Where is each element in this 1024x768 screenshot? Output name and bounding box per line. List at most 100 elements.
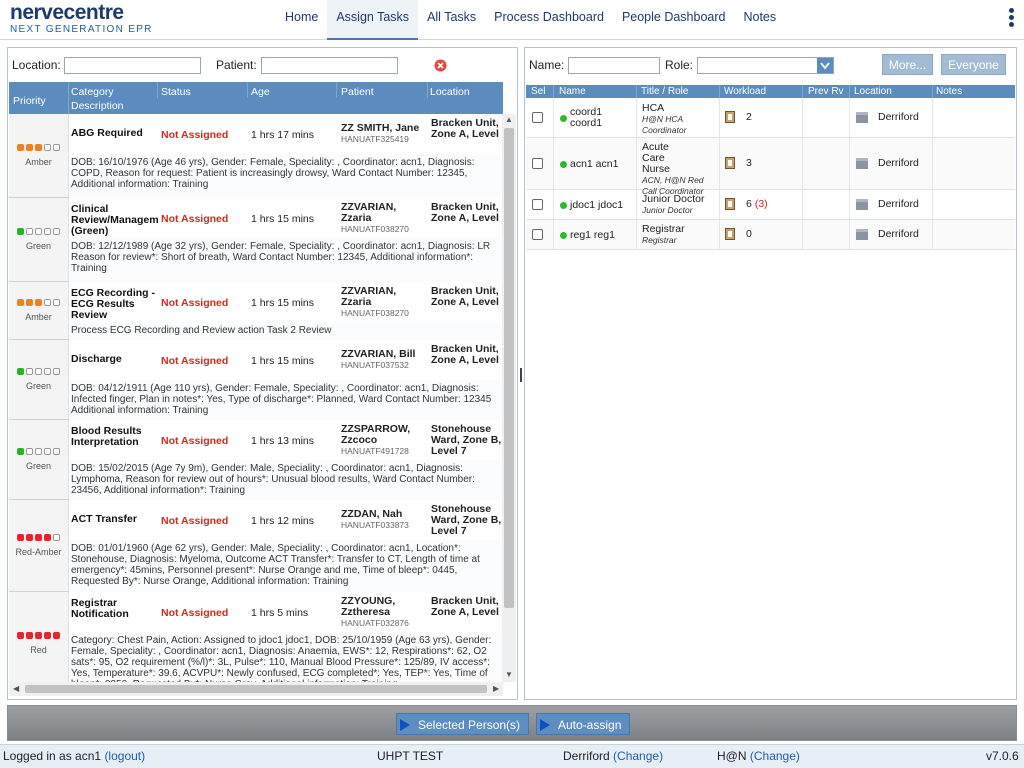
person-location: Derriford bbox=[856, 198, 919, 210]
more-menu-icon[interactable] bbox=[1008, 6, 1016, 32]
person-location: Derriford bbox=[856, 157, 919, 169]
col-status[interactable]: Status bbox=[161, 86, 191, 98]
task-age: 1 hrs 5 mins bbox=[251, 607, 309, 619]
patient-name: ZZ SMITH, Jane bbox=[341, 122, 420, 134]
task-patient[interactable]: ZZYOUNG, Zztheresa HANUATF032876 bbox=[341, 596, 429, 629]
online-status-icon bbox=[560, 160, 567, 168]
person-row[interactable]: reg1 reg1 Registrar Registrar 0 Derriford bbox=[526, 220, 1015, 250]
task-row[interactable]: Green Discharge Not Assigned 1 hrs 15 mins Z… bbox=[9, 340, 503, 420]
select-person-checkbox[interactable] bbox=[532, 229, 543, 240]
col-patient[interactable]: Patient bbox=[341, 86, 374, 98]
task-row[interactable]: Red-Amber ACT Transfer Not Assigned 1 hrs 1… bbox=[9, 500, 503, 592]
col-sel[interactable]: Sel bbox=[531, 86, 545, 97]
priority-indicator-icon bbox=[9, 534, 68, 541]
logout-link[interactable]: (logout) bbox=[104, 749, 145, 763]
tab-home[interactable]: Home bbox=[276, 0, 327, 40]
task-row[interactable]: Green Blood Results Interpretation Not Ass… bbox=[9, 420, 503, 500]
task-category: ECG Recording - ECG Results Review bbox=[71, 287, 156, 321]
priority-label: Amber bbox=[25, 312, 52, 322]
more-button[interactable]: More... bbox=[882, 54, 933, 75]
person-workload[interactable]: 2 bbox=[725, 111, 755, 123]
priority-label: Green bbox=[25, 461, 51, 471]
location-filter-input[interactable] bbox=[64, 57, 201, 74]
patient-id: HANUATF038270 bbox=[341, 308, 409, 318]
person-name[interactable]: acn1 acn1 bbox=[560, 158, 630, 170]
person-workload[interactable]: 0 bbox=[725, 228, 755, 240]
task-status-badge: Not Assigned bbox=[161, 355, 229, 367]
chevron-down-icon[interactable] bbox=[817, 58, 833, 73]
tasks-horizontal-scrollbar[interactable]: ◀ ▶ bbox=[9, 682, 503, 696]
patient-id: HANUATF032876 bbox=[341, 618, 409, 628]
col-age[interactable]: Age bbox=[251, 86, 270, 98]
person-name[interactable]: jdoc1 jdoc1 bbox=[560, 199, 630, 211]
everyone-button[interactable]: Everyone bbox=[941, 54, 1006, 75]
person-workload[interactable]: 6 (3) bbox=[725, 198, 768, 210]
task-row[interactable]: Red Registrar Notification Not Assigned 1 h… bbox=[9, 592, 503, 682]
col-notes[interactable]: Notes bbox=[936, 86, 962, 97]
change-team-link[interactable]: (Change) bbox=[750, 749, 800, 763]
tab-all-tasks[interactable]: All Tasks bbox=[418, 0, 485, 40]
role-select[interactable] bbox=[697, 57, 834, 74]
tab-process-dashboard[interactable]: Process Dashboard bbox=[485, 0, 613, 40]
clipboard-icon bbox=[725, 157, 735, 169]
task-filter-bar: Location: Patient: bbox=[8, 48, 517, 82]
task-patient[interactable]: ZZSPARROW, Zzcoco HANUATF491728 bbox=[341, 424, 429, 457]
task-patient[interactable]: ZZDAN, Nah HANUATF033873 bbox=[341, 509, 429, 531]
select-person-checkbox[interactable] bbox=[532, 112, 543, 123]
person-row[interactable]: coord1 coord1 HCA H@N HCA Coordinator 2 Derr… bbox=[526, 98, 1015, 138]
priority-indicator-icon bbox=[9, 368, 68, 375]
col-description[interactable]: Description bbox=[71, 100, 124, 112]
tasks-vertical-scrollbar[interactable]: ▲ ▼ bbox=[502, 114, 516, 682]
person-name[interactable]: coord1 coord1 bbox=[560, 107, 630, 129]
task-location: Stonehouse Ward, Zone B, Level 7 bbox=[431, 504, 502, 537]
person-name[interactable]: reg1 reg1 bbox=[560, 229, 630, 241]
select-person-checkbox[interactable] bbox=[532, 199, 543, 210]
panel-splitter[interactable] bbox=[520, 368, 522, 382]
auto-assign-button[interactable]: Auto-assign bbox=[536, 713, 630, 735]
building-icon bbox=[856, 157, 868, 169]
person-location: Derriford bbox=[856, 228, 919, 240]
col-location[interactable]: Location bbox=[430, 86, 470, 98]
col-category[interactable]: Category bbox=[71, 86, 114, 98]
col-name[interactable]: Name bbox=[559, 86, 586, 97]
col-title-role[interactable]: Title / Role bbox=[641, 86, 688, 97]
task-category: Clinical Review/Managem (Green) bbox=[71, 203, 159, 237]
task-patient[interactable]: ZZ SMITH, Jane HANUATF325419 bbox=[341, 123, 429, 145]
selected-persons-button[interactable]: Selected Person(s) bbox=[396, 713, 529, 735]
priority-indicator-icon bbox=[9, 632, 68, 639]
task-row[interactable]: Amber ECG Recording - ECG Results Review N… bbox=[9, 282, 503, 340]
tab-people-dashboard[interactable]: People Dashboard bbox=[613, 0, 735, 40]
clipboard-icon bbox=[725, 111, 735, 123]
top-bar: nervecentre NEXT GENERATION EPR Home Ass… bbox=[0, 0, 1024, 40]
clear-filter-icon[interactable] bbox=[434, 59, 447, 72]
task-row[interactable]: Green Clinical Review/Managem (Green) Not … bbox=[9, 198, 503, 282]
clipboard-icon bbox=[725, 228, 735, 240]
col-location[interactable]: Location bbox=[854, 86, 892, 97]
task-patient[interactable]: ZZVARIAN, Zzaria HANUATF038270 bbox=[341, 202, 429, 235]
person-workload[interactable]: 3 bbox=[725, 157, 755, 169]
patient-name: ZZVARIAN, Zzaria bbox=[341, 285, 397, 308]
task-patient[interactable]: ZZVARIAN, Zzaria HANUATF038270 bbox=[341, 286, 429, 319]
task-age: 1 hrs 12 mins bbox=[251, 515, 315, 527]
person-row[interactable]: jdoc1 jdoc1 Junior Doctor Junior Doctor 6 (3… bbox=[526, 190, 1015, 220]
col-priority[interactable]: Priority bbox=[13, 95, 46, 107]
patient-id: HANUATF033873 bbox=[341, 520, 409, 530]
nervecentre-logo[interactable]: nervecentre NEXT GENERATION EPR bbox=[10, 2, 153, 36]
change-site-link[interactable]: (Change) bbox=[613, 749, 663, 763]
people-panel: Name: Role: More... Everyone Sel Name Ti… bbox=[524, 47, 1017, 700]
task-status-badge: Not Assigned bbox=[161, 297, 229, 309]
task-patient[interactable]: ZZVARIAN, Bill HANUATF037532 bbox=[341, 349, 429, 371]
status-bar: Logged in as acn1 (logout) UHPT TEST Der… bbox=[0, 744, 1024, 768]
col-workload[interactable]: Workload bbox=[724, 86, 766, 97]
person-row[interactable]: acn1 acn1 Acute Care Nurse ACN, H@N Red Ca… bbox=[526, 138, 1015, 196]
main-nav: Home Assign Tasks All Tasks Process Dash… bbox=[276, 0, 785, 40]
task-category: Blood Results Interpretation bbox=[71, 425, 142, 448]
task-row[interactable]: Amber ABG Required Not Assigned 1 hrs 17 mi… bbox=[9, 114, 503, 198]
col-prev-rv[interactable]: Prev Rv bbox=[808, 86, 844, 97]
tab-notes[interactable]: Notes bbox=[734, 0, 785, 40]
name-filter-input[interactable] bbox=[568, 57, 660, 74]
select-person-checkbox[interactable] bbox=[532, 158, 543, 169]
patient-filter-input[interactable] bbox=[261, 57, 398, 74]
role-label: Role: bbox=[665, 58, 694, 72]
tab-assign-tasks[interactable]: Assign Tasks bbox=[327, 0, 419, 40]
